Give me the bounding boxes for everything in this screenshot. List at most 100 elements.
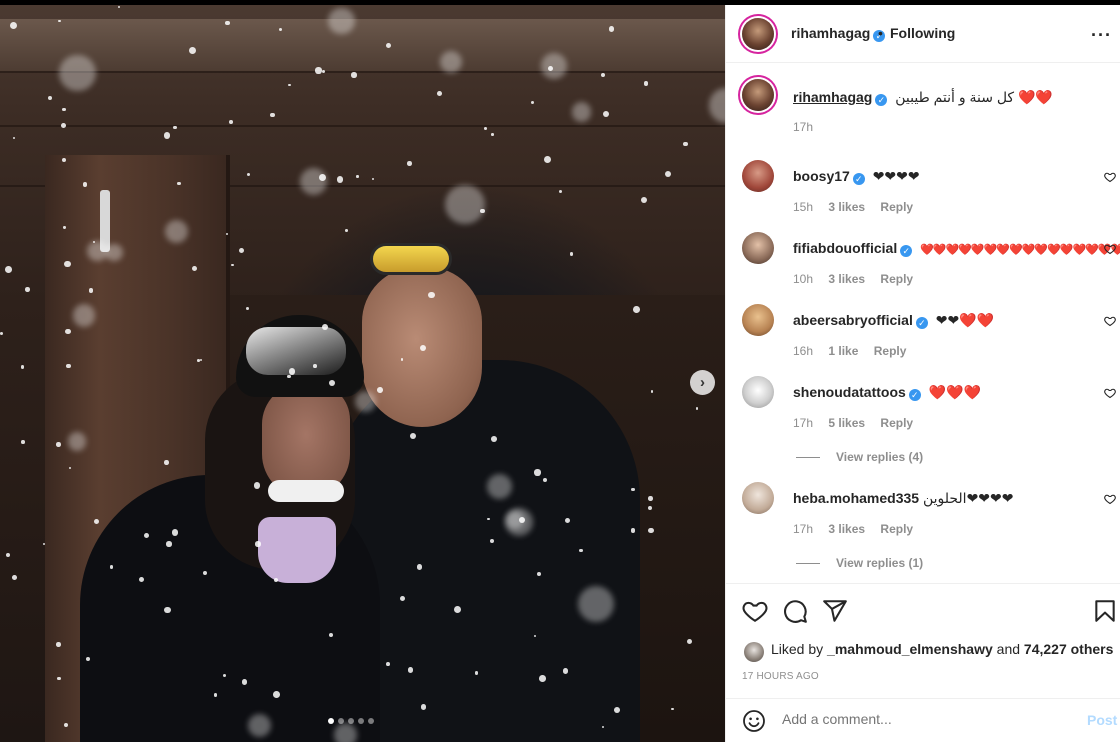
heart-icon[interactable] xyxy=(742,598,768,624)
caption-message: كل سنة و أنتم طيبين ❤️❤️ xyxy=(895,89,1053,105)
comment-reply-button[interactable]: Reply xyxy=(874,344,907,358)
comment-message: ❤❤❤❤ xyxy=(872,168,920,184)
verified-badge-icon: ✓ xyxy=(900,245,913,257)
post-actions: Liked by _mahmoud_elmenshawy and 74,227 … xyxy=(726,583,1120,698)
commenter-avatar[interactable] xyxy=(742,160,774,192)
view-replies-label[interactable]: View replies (4) xyxy=(836,450,923,464)
snowflake xyxy=(579,548,583,553)
commenter-avatar[interactable] xyxy=(742,482,774,514)
comment-username[interactable]: abeersabryofficial xyxy=(793,312,913,328)
liked-by-prefix: Liked by xyxy=(771,641,824,657)
comment-likes[interactable]: 3 likes xyxy=(828,522,865,536)
view-replies-button[interactable]: View replies (1) xyxy=(796,556,923,570)
snowflake xyxy=(299,168,327,195)
caption-username[interactable]: rihamhagag xyxy=(793,89,872,105)
snowflake xyxy=(164,460,169,465)
snowflake xyxy=(547,65,554,72)
snowflake xyxy=(322,70,326,74)
snowflake xyxy=(409,432,416,439)
comment-like-heart-icon[interactable] xyxy=(1104,171,1116,183)
comment-icon[interactable] xyxy=(782,598,808,624)
snowflake xyxy=(56,442,61,447)
snowflake xyxy=(648,496,653,501)
share-icon[interactable] xyxy=(822,598,848,624)
comment-input[interactable] xyxy=(782,711,1062,727)
liked-by-user[interactable]: _mahmoud_elmenshawy xyxy=(827,641,993,657)
liker-avatar[interactable] xyxy=(744,642,764,662)
comment-username[interactable]: fifiabdouofficial xyxy=(793,240,897,256)
snowflake xyxy=(336,176,343,183)
comment-likes[interactable]: 3 likes xyxy=(828,200,865,214)
snowflake xyxy=(640,196,647,203)
caption-author-avatar[interactable] xyxy=(742,79,774,111)
comment-time[interactable]: 15h xyxy=(793,200,813,214)
comment-likes[interactable]: 5 likes xyxy=(828,416,865,430)
comment-username[interactable]: shenoudatattoos xyxy=(793,384,906,400)
snowflake xyxy=(558,190,562,194)
snowflake xyxy=(601,726,604,729)
comment-reply-button[interactable]: Reply xyxy=(880,416,913,430)
comment-likes[interactable]: 1 like xyxy=(828,344,858,358)
comment-username[interactable]: boosy17 xyxy=(793,168,850,184)
bookmark-icon[interactable] xyxy=(1092,598,1118,624)
view-replies-button[interactable]: View replies (4) xyxy=(796,450,923,464)
comment-text: fifiabdouofficial ✓ ❤️❤️❤️❤️❤️❤️❤️❤️❤️❤️❤… xyxy=(793,240,1120,257)
photo-plank xyxy=(0,125,725,127)
snowflake xyxy=(665,170,672,177)
comment-like-heart-icon[interactable] xyxy=(1104,493,1116,505)
carousel-dot xyxy=(368,718,374,724)
comment-time[interactable]: 10h xyxy=(793,272,813,286)
snowflake xyxy=(85,656,91,661)
view-replies-label[interactable]: View replies (1) xyxy=(836,556,923,570)
carousel-dots xyxy=(328,718,374,724)
comment-like-heart-icon[interactable] xyxy=(1104,243,1116,255)
snowflake xyxy=(436,91,442,97)
photo-man-goggles xyxy=(370,243,452,275)
comment-like-heart-icon[interactable] xyxy=(1104,315,1116,327)
carousel-next-button[interactable]: › xyxy=(690,370,715,395)
photo-woman-scarf xyxy=(258,517,336,583)
post-comment-button[interactable]: Post xyxy=(1087,712,1117,728)
liked-by-others[interactable]: 74,227 others xyxy=(1024,641,1114,657)
snowflake xyxy=(327,7,355,35)
carousel-dot xyxy=(328,718,334,724)
post-timestamp[interactable]: 17 HOURS AGO xyxy=(742,671,819,682)
comment-reply-button[interactable]: Reply xyxy=(880,522,913,536)
snowflake xyxy=(246,173,251,177)
snowflake xyxy=(171,528,179,536)
commenter-avatar[interactable] xyxy=(742,304,774,336)
comment-username[interactable]: heba.mohamed335 xyxy=(793,490,919,506)
snowflake xyxy=(173,125,177,129)
snowflake xyxy=(225,233,228,236)
snowflake xyxy=(695,407,698,410)
comment-reply-button[interactable]: Reply xyxy=(880,200,913,214)
smiley-icon[interactable] xyxy=(742,709,766,733)
comment-like-heart-icon[interactable] xyxy=(1104,387,1116,399)
comment-likes[interactable]: 3 likes xyxy=(828,272,865,286)
commenter-avatar[interactable] xyxy=(742,376,774,408)
snowflake xyxy=(345,228,349,232)
caption-time[interactable]: 17h xyxy=(793,120,813,134)
comments-list[interactable]: rihamhagag ✓ كل سنة و أنتم طيبين ❤️❤️ 17h… xyxy=(726,63,1120,583)
following-button[interactable]: Following xyxy=(890,25,955,41)
author-username[interactable]: rihamhagag xyxy=(791,25,870,41)
comment-meta: 16h 1 like Reply xyxy=(793,344,918,358)
comment-time[interactable]: 17h xyxy=(793,522,813,536)
comment-time[interactable]: 17h xyxy=(793,416,813,430)
snowflake xyxy=(0,331,4,336)
commenter-avatar[interactable] xyxy=(742,232,774,264)
header-separator: • xyxy=(878,25,883,41)
snowflake xyxy=(315,67,322,74)
more-horizontal-icon[interactable]: ··· xyxy=(1091,25,1112,46)
verified-badge-icon: ✓ xyxy=(875,94,888,106)
comment-time[interactable]: 16h xyxy=(793,344,813,358)
comment-reply-button[interactable]: Reply xyxy=(880,272,913,286)
likes-summary: Liked by _mahmoud_elmenshawy and 74,227 … xyxy=(771,641,1113,657)
snowflake xyxy=(377,387,383,393)
author-name-wrap[interactable]: rihamhagag ✓ xyxy=(791,25,886,43)
author-avatar[interactable] xyxy=(742,18,774,50)
snowflake xyxy=(539,675,546,682)
snowflake xyxy=(630,528,636,533)
snowflake xyxy=(491,133,494,136)
post-photo[interactable]: › xyxy=(0,5,725,742)
